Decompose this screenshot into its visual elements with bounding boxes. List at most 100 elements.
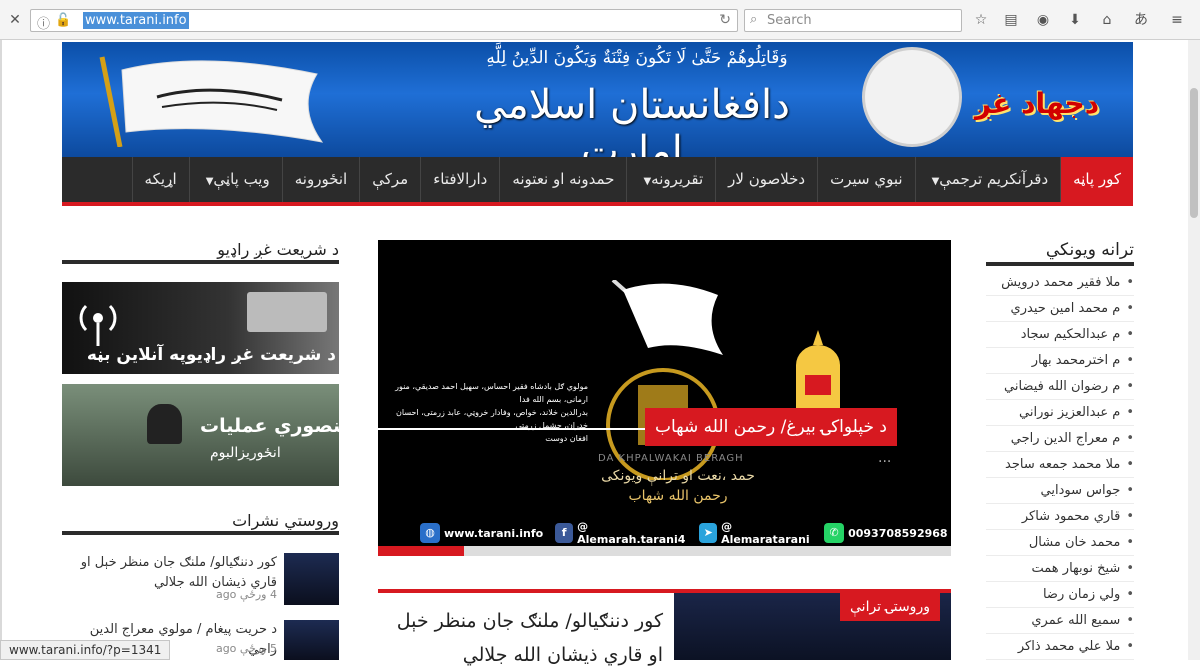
list-item[interactable]: • ملا فقير محمد درويش: [986, 270, 1134, 296]
reload-icon[interactable]: ↻: [719, 12, 731, 28]
menu-dot-icon[interactable]: ✕: [6, 11, 24, 29]
slide-rule: [378, 428, 678, 430]
slide-subtitle-2: رحمن الله شهاب: [628, 488, 728, 504]
list-item[interactable]: • محمد خان مشال: [986, 530, 1134, 556]
section-divider: [986, 262, 1134, 266]
scrollbar-thumb[interactable]: [1190, 88, 1198, 218]
operations-title[interactable]: منصوري عمليات: [200, 415, 353, 437]
list-item[interactable]: • قاري محمود شاکر: [986, 504, 1134, 530]
globe-icon: ◍: [420, 523, 440, 543]
nav-item[interactable]: دخلاصون لار: [715, 157, 817, 202]
singer-name[interactable]: م عبدالعزيز نوراني: [1019, 405, 1120, 420]
list-item[interactable]: • ملا محمد جمعه ساجد: [986, 452, 1134, 478]
post-item[interactable]: کور دننګيالو/ ملنګ جان منظر خېل او قاري …: [62, 553, 339, 611]
nav-item[interactable]: تقريرونه▼: [626, 157, 715, 202]
singer-name[interactable]: شيخ نوبهار همت: [1032, 561, 1121, 576]
latest-song-title[interactable]: کور دننګيالو/ ملنګ جان منظر خېل او قاري …: [383, 604, 663, 672]
nav-item[interactable]: نبوي سيرت: [817, 157, 914, 202]
singer-name[interactable]: ولي زمان رضا: [1043, 587, 1120, 602]
slide-credits: مولوي ګل بادشاه فقير احساس، سهيل احمد صد…: [395, 382, 588, 443]
latest-posts-title: وروستي نشرات: [232, 511, 339, 530]
contact-item: f @ Alemarah.tarani4: [555, 520, 687, 546]
singer-name[interactable]: م اخترمحمد بهار: [1032, 353, 1121, 368]
singer-name[interactable]: ملا علي محمد ذاکر: [1018, 639, 1120, 654]
nav-item[interactable]: دارالافتاء: [420, 157, 499, 202]
bookmark-star-icon[interactable]: ☆: [972, 11, 990, 29]
list-item[interactable]: • م رضوان الله فيضاني: [986, 374, 1134, 400]
slide-caption[interactable]: د خپلواکۍ بیرغ/ رحمن الله شهاب: [645, 408, 897, 446]
browser-toolbar: ✕ ⓘ 🔓 www.tarani.info ↻ ⌕ Search ☆ ▤ ◉ ⬇…: [0, 0, 1200, 40]
singer-name[interactable]: جواس سودايي: [1041, 483, 1121, 498]
list-item[interactable]: • م اخترمحمد بهار: [986, 348, 1134, 374]
nav-item[interactable]: حمدونه او نعتونه: [499, 157, 626, 202]
bullet-icon: •: [1126, 483, 1134, 498]
scrollbar[interactable]: [1188, 40, 1200, 660]
list-item[interactable]: • سميع الله عمري: [986, 608, 1134, 634]
nav-item[interactable]: اړيکه: [131, 157, 189, 202]
singer-name[interactable]: ملا فقير محمد درويش: [1001, 275, 1120, 290]
list-item[interactable]: • م عبدالحکيم سجاد: [986, 322, 1134, 348]
hamburger-menu-icon[interactable]: ≡: [1168, 11, 1186, 29]
latest-songs-tag[interactable]: وروستۍ ترانې: [840, 593, 940, 621]
site-banner[interactable]: وَقَاتِلُوهُمْ حَتَّىٰ لَا تَكُونَ فِتْن…: [62, 42, 1133, 157]
post-thumbnail[interactable]: [284, 553, 339, 605]
nav-item-label: انځورونه: [294, 170, 348, 188]
mosque-logo-icon: [796, 330, 840, 415]
contact-text: @ Alemaratarani: [721, 520, 810, 546]
nav-item[interactable]: ويب پاڼې▼: [188, 157, 282, 202]
singer-name[interactable]: محمد خان مشال: [1029, 535, 1120, 550]
singer-name[interactable]: قاري محمود شاکر: [1022, 509, 1120, 524]
status-bar-url: www.tarani.info/?p=1341: [0, 640, 171, 660]
list-item[interactable]: • م معراج الدين راجي: [986, 426, 1134, 452]
nav-item[interactable]: کور پاڼه: [1060, 157, 1133, 202]
post-thumbnail[interactable]: [284, 620, 339, 660]
operations-subtitle[interactable]: انځوريزالبوم: [210, 445, 281, 461]
window-left-edge: [0, 40, 2, 660]
info-icon[interactable]: ⓘ: [37, 13, 50, 32]
singer-name[interactable]: م معراج الدين راجي: [1011, 431, 1121, 446]
singer-name[interactable]: سميع الله عمري: [1031, 613, 1120, 628]
section-divider: [62, 260, 339, 264]
search-bar[interactable]: ⌕ Search: [744, 9, 962, 32]
list-item[interactable]: • جواس سودايي: [986, 478, 1134, 504]
nav-item-label: مرکې: [372, 170, 409, 188]
list-item[interactable]: • ملا علي محمد ذاکر: [986, 634, 1134, 660]
banner-brand: دجهاد غږ: [974, 87, 1100, 120]
insecure-lock-icon[interactable]: 🔓: [55, 13, 71, 28]
list-item[interactable]: • م محمد امين حيدري: [986, 296, 1134, 322]
nav-item[interactable]: دقرآنکریم ترجمې▼: [914, 157, 1061, 202]
bullet-icon: •: [1126, 561, 1134, 576]
bullet-icon: •: [1126, 587, 1134, 602]
portrait-image: [147, 404, 182, 444]
featured-slider[interactable]: مولوي ګل بادشاه فقير احساس، سهيل احمد صد…: [378, 240, 951, 546]
nav-item-label: دارالافتاء: [433, 170, 488, 188]
singer-list: • ملا فقير محمد درويش • م محمد امين حيدري • م…: [986, 270, 1134, 660]
bullet-icon: •: [1126, 327, 1134, 342]
list-item[interactable]: • م عبدالعزيز نوراني: [986, 400, 1134, 426]
singer-name[interactable]: م رضوان الله فيضاني: [1004, 379, 1120, 394]
singer-name[interactable]: م عبدالحکيم سجاد: [1021, 327, 1121, 342]
songs-section-title: ترانه ويونکي: [1045, 240, 1134, 260]
facebook-icon: f: [555, 523, 574, 543]
nav-item[interactable]: انځورونه: [281, 157, 359, 202]
download-icon[interactable]: ⬇: [1066, 11, 1084, 29]
pocket-icon[interactable]: ◉: [1034, 11, 1052, 29]
singer-name[interactable]: ملا محمد جمعه ساجد: [1005, 457, 1120, 472]
url-bar[interactable]: ⓘ 🔓 www.tarani.info ↻: [30, 9, 738, 32]
list-item[interactable]: • ولي زمان رضا: [986, 582, 1134, 608]
post-time: 4 ورځې ago: [215, 588, 277, 601]
home-icon[interactable]: ⌂: [1098, 11, 1116, 29]
bullet-icon: •: [1126, 353, 1134, 368]
whatsapp-icon: ✆: [824, 523, 845, 543]
list-item[interactable]: • شيخ نوبهار همت: [986, 556, 1134, 582]
contact-text: @ Alemarah.tarani4: [577, 520, 686, 546]
url-text[interactable]: www.tarani.info: [83, 12, 189, 29]
post-title[interactable]: کور دننګيالو/ ملنګ جان منظر خېل او قاري …: [62, 553, 277, 593]
reading-list-icon[interactable]: ▤: [1002, 11, 1020, 29]
radio-banner-text[interactable]: د شريعت غږ راډيوپه آنلاين بڼه: [66, 345, 336, 365]
nav-item[interactable]: مرکې: [359, 157, 420, 202]
translate-icon[interactable]: あ: [1132, 11, 1150, 29]
slide-ellipsis: ...: [878, 450, 892, 466]
singer-name[interactable]: م محمد امين حيدري: [1011, 301, 1121, 316]
slide-contacts: ◍ www.tarani.info f @ Alemarah.tarani4 ➤ @ Al…: [420, 520, 948, 546]
